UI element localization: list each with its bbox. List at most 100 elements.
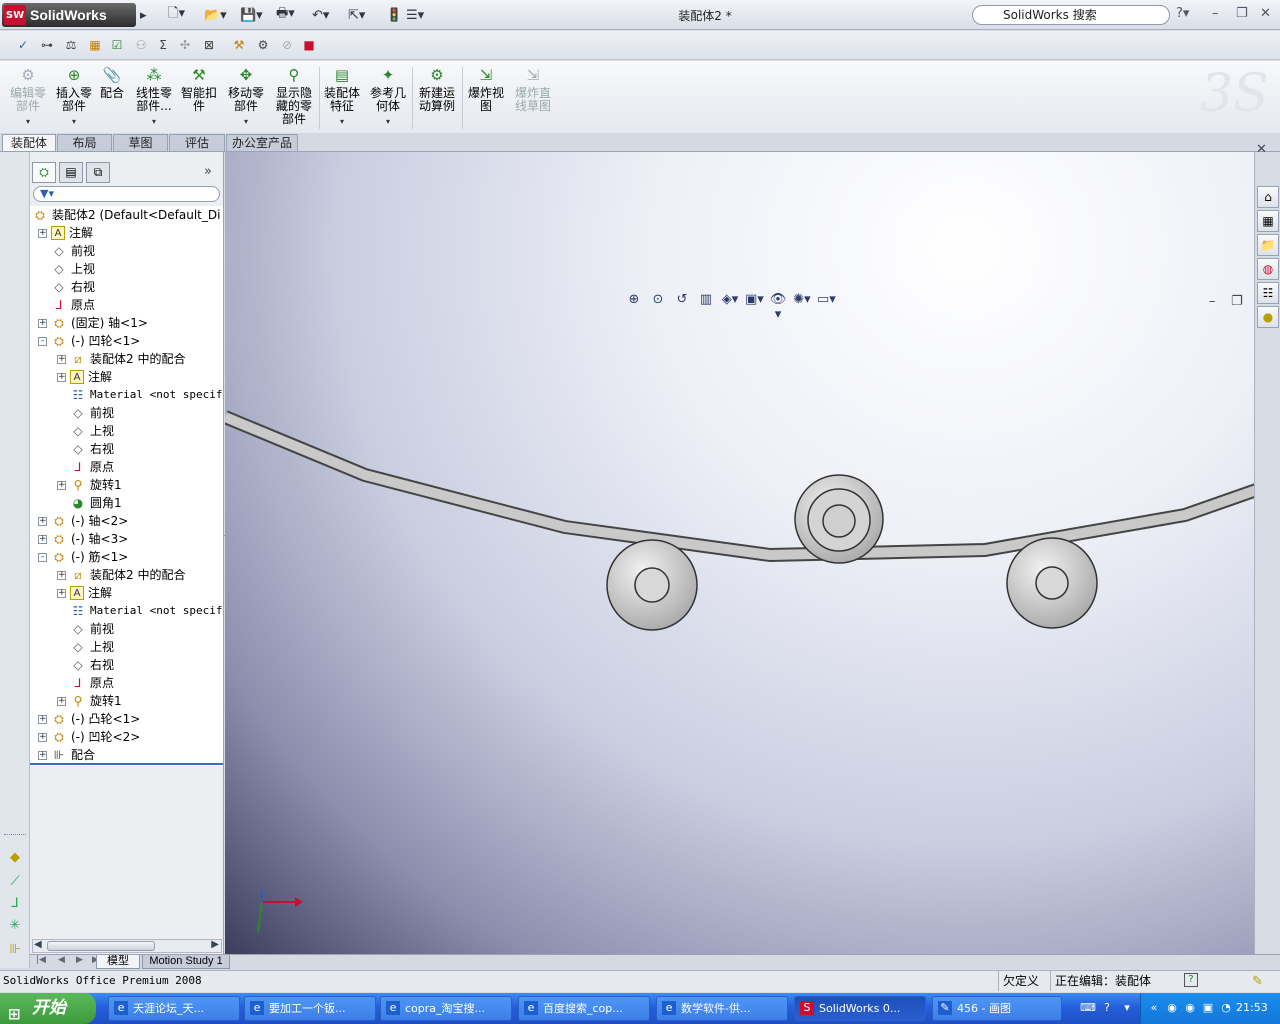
display-style-icon[interactable]: ▣▾ [745,292,764,310]
expand-icon[interactable]: + [57,480,66,490]
command-tab-3[interactable]: 草图 [113,134,168,151]
zoom-to-area-icon[interactable]: ⊙ [649,292,667,310]
command-button-2[interactable]: ⊕ 插入零 部件 ▾ [54,65,94,128]
options-icon[interactable]: ☰▾ [406,6,424,24]
tree-node[interactable]: + ⧄ 装配体2 中的配合 [57,566,185,584]
command-button-5[interactable]: ⚒ 智能扣 件 [179,65,219,113]
expand-icon[interactable]: + [57,354,66,364]
spell-check-icon[interactable]: ✓ [14,36,32,54]
tree-node[interactable]: + ⛭ (固定) 轴<1> [38,314,148,332]
command-button-12[interactable]: ⇲ 爆炸直 线草图 [512,65,554,113]
equations-icon[interactable]: Σ [154,36,172,54]
line-icon[interactable]: ⟋ [6,874,24,890]
command-button-11[interactable]: ⇲ 爆炸视 图 [466,65,506,113]
bottom-tab-2[interactable]: Motion Study 1 [142,955,230,969]
tree-node[interactable]: ◇ 前视 [57,620,114,638]
expand-icon[interactable]: + [38,318,47,328]
scroll-thumb[interactable] [47,941,155,951]
scroll-left-icon[interactable]: ◀ [34,939,42,950]
tree-node[interactable]: ⅃ 原点 [57,458,114,476]
tree-node[interactable]: ◇ 上视 [57,638,114,656]
start-button[interactable]: ⊞ 开始 [0,993,96,1024]
command-button-3[interactable]: 📎 配合 [99,65,125,100]
save-icon[interactable]: 💾▾ [240,6,263,24]
command-button-8[interactable]: ▤ 装配体 特征 ▾ [322,65,362,128]
status-tag-icon[interactable]: ✎ [1252,972,1263,992]
tree-node[interactable]: + ⊪ 配合 [38,746,95,764]
dropdown-arrow-icon[interactable]: ▾ [368,115,408,128]
dropdown-arrow-icon[interactable]: ▾ [54,115,94,128]
close-icon[interactable]: ✕ [1260,6,1271,21]
command-button-6[interactable]: ✥ 移动零 部件 ▾ [226,65,266,128]
dropdown-arrow-icon[interactable]: ▾ [6,115,50,128]
collapse-icon[interactable]: - [38,336,47,346]
expand-icon[interactable]: + [57,570,66,580]
tree-filter-input[interactable]: ▼▾ [33,186,220,202]
tree-node[interactable]: ◇ 前视 [38,242,95,260]
coordinate-system-icon[interactable]: ⅃ [6,896,24,912]
smart-dimension-icon[interactable]: ◆ [6,850,24,866]
tree-horizontal-scrollbar[interactable]: ◀ ▶ [32,939,222,953]
rebuild-icon[interactable]: 🚦 [386,6,402,24]
expand-icon[interactable]: + [38,714,47,724]
taskbar-task[interactable]: e copra_淘宝搜... [380,996,512,1021]
tree-node[interactable]: + ⧄ 装配体2 中的配合 [57,350,185,368]
next-tab-icon[interactable]: ▶ [76,955,83,965]
command-button-1[interactable]: ⚙ 编辑零 部件 ▾ [6,65,50,128]
tree-node[interactable]: ⅃ 原点 [38,296,95,314]
tree-node[interactable]: + A 注解 [38,224,93,242]
taskbar-task[interactable]: ✎ 456 - 画图 [932,996,1062,1021]
collapse-icon[interactable]: - [38,552,47,562]
previous-view-icon[interactable]: ↺ [673,292,691,310]
mate-small-icon[interactable]: ⊪ [6,942,24,958]
dropdown-arrow-icon[interactable]: ▾ [322,115,362,128]
tray-menu-icon[interactable]: ▾ [1120,1001,1134,1015]
tree-node[interactable]: + ⛭ (-) 凹轮<2> [38,728,140,746]
open-document-icon[interactable]: 📂▾ [204,6,227,24]
taskbar-task[interactable]: e 天涯论坛_天... [108,996,240,1021]
command-tab-5[interactable]: 办公室产品 [226,134,298,151]
command-tab-4[interactable]: 评估 [169,134,225,151]
apply-scene-icon[interactable]: ▭▾ [817,292,836,310]
expand-icon[interactable]: + [38,516,47,526]
help-icon[interactable]: ?▾ [1176,6,1189,21]
check-icon[interactable]: ☑ [108,36,126,54]
tree-node[interactable]: ☷ Material <not specifie [57,602,223,620]
command-tab-2[interactable]: 布局 [57,134,112,151]
property-manager-tab-icon[interactable]: ▤ [59,162,83,183]
dropdown-arrow-icon[interactable]: ▾ [226,115,266,128]
tree-node[interactable]: ◇ 右视 [38,278,95,296]
appearances-icon[interactable]: ● [1257,306,1279,328]
tree-node[interactable]: ◕ 圆角1 [57,494,122,512]
taskbar-task[interactable]: e 百度搜索_cop... [518,996,650,1021]
select-icon[interactable]: ⇱▾ [348,6,365,24]
tree-node[interactable]: - ⛭ (-) 凹轮<1> [38,332,140,350]
tree-node[interactable]: + ⛭ (-) 凸轮<1> [38,710,140,728]
viewport-restore-icon[interactable]: ❐ [1231,294,1243,309]
geometry-analysis-icon[interactable]: ⚇ [132,36,150,54]
bottom-tab-1[interactable]: 模型 [96,955,140,969]
tray-qq-icon[interactable]: ◉ [1165,1001,1179,1015]
tree-node[interactable]: ◇ 上视 [38,260,95,278]
tray-volume-icon[interactable]: ◔ [1219,1001,1233,1015]
taskbar-task[interactable]: e 数学软件-供... [656,996,788,1021]
expand-icon[interactable]: + [38,534,47,544]
assembly-visualization-icon[interactable]: ⚙ [254,36,272,54]
point-icon[interactable]: ✳ [6,918,24,934]
hide-show-items-icon[interactable]: 👁▾ [769,292,787,322]
interference-icon[interactable]: ✣ [176,36,194,54]
tree-node[interactable]: + ⚲ 旋转1 [57,692,122,710]
viewport-minimize-icon[interactable]: – [1209,294,1216,309]
undo-icon[interactable]: ↶▾ [312,6,329,24]
tree-node[interactable]: ◇ 右视 [57,656,114,674]
tree-root[interactable]: ⛭ 装配体2 (Default<Default_Di [32,206,220,224]
taskbar-task[interactable]: S SolidWorks 0... [794,996,926,1021]
command-button-4[interactable]: ⁂ 线性零 部件... ▾ [132,65,176,128]
tray-expand-icon[interactable]: « [1147,1001,1161,1015]
stop-icon[interactable]: ■ [300,36,318,54]
dropdown-arrow-icon[interactable]: ▾ [132,115,176,128]
tree-node[interactable]: ◇ 上视 [57,422,114,440]
tree-node[interactable]: ⅃ 原点 [57,674,114,692]
tree-node[interactable]: + ⛭ (-) 轴<3> [38,530,128,548]
expand-icon[interactable]: + [38,750,47,760]
